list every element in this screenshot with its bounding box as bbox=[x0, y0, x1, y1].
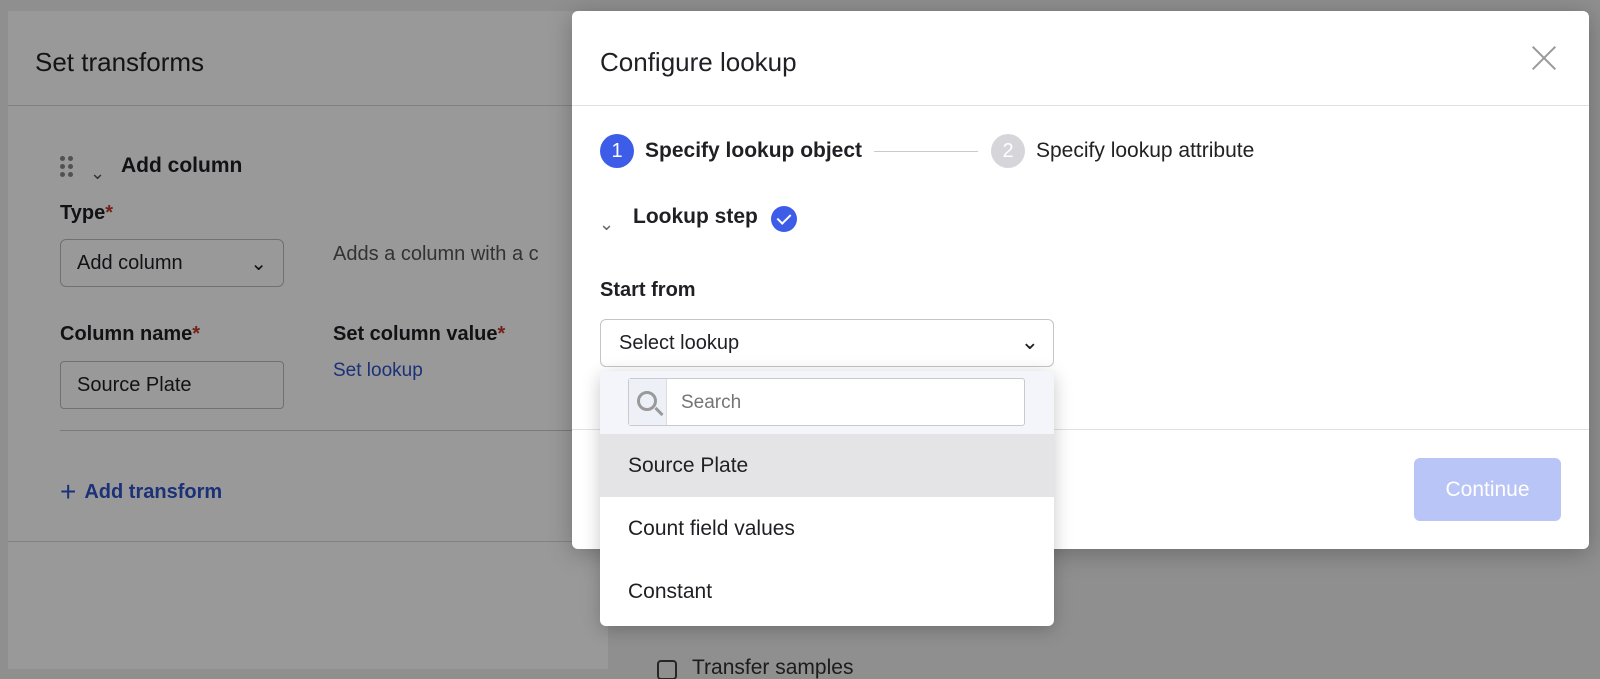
search-icon bbox=[637, 391, 657, 411]
dropdown-search-box[interactable] bbox=[628, 378, 1025, 426]
panel-title: Set transforms bbox=[35, 47, 205, 77]
panel-footer-divider bbox=[8, 541, 608, 542]
plus-icon: + bbox=[60, 476, 77, 507]
dropdown-search-area bbox=[600, 371, 1054, 434]
modal-header-divider bbox=[572, 105, 1589, 106]
step-2-label: Specify lookup attribute bbox=[1036, 139, 1255, 162]
search-input[interactable] bbox=[681, 392, 1011, 414]
lookup-step-label[interactable]: Lookup step bbox=[633, 205, 758, 229]
type-select[interactable]: Add column ⌄ bbox=[60, 239, 284, 287]
type-description: Adds a column with a c bbox=[333, 243, 539, 265]
lookup-dropdown-menu: Source Plate Count field values Constant bbox=[600, 371, 1054, 626]
set-column-value-label: Set column value* bbox=[333, 323, 506, 345]
modal-title: Configure lookup bbox=[600, 47, 797, 77]
section-divider bbox=[60, 430, 620, 431]
check-circle-icon bbox=[771, 206, 797, 232]
dropdown-option-count-field-values[interactable]: Count field values bbox=[600, 497, 1054, 560]
continue-button[interactable]: Continue bbox=[1414, 458, 1561, 521]
chevron-down-icon: ⌄ bbox=[1020, 329, 1039, 354]
column-name-label: Column name* bbox=[60, 323, 201, 345]
search-icon-container bbox=[629, 379, 667, 425]
step-2-indicator: 2 bbox=[991, 134, 1025, 168]
dropdown-option-constant[interactable]: Constant bbox=[600, 560, 1054, 623]
add-transform-button[interactable]: + Add transform bbox=[60, 476, 222, 508]
lookup-step-chevron-icon[interactable]: ⌄ bbox=[599, 214, 614, 235]
column-name-input[interactable]: Source Plate bbox=[60, 361, 284, 409]
step-1-label: Specify lookup object bbox=[645, 139, 863, 162]
set-transforms-panel: Set transforms ⌄ Add column Type* Add co… bbox=[8, 11, 620, 669]
start-from-select-value: Select lookup bbox=[619, 332, 740, 354]
start-from-label: Start from bbox=[600, 279, 696, 301]
collapse-chevron-icon[interactable]: ⌄ bbox=[90, 163, 105, 184]
type-label: Type* bbox=[60, 202, 113, 224]
dropdown-option-source-plate[interactable]: Source Plate bbox=[600, 434, 1054, 497]
step-1-indicator: 1 bbox=[600, 134, 634, 168]
drag-handle-icon[interactable] bbox=[60, 156, 74, 178]
set-lookup-link[interactable]: Set lookup bbox=[333, 360, 423, 382]
panel-header-divider bbox=[8, 105, 608, 106]
start-from-select[interactable]: Select lookup ⌄ bbox=[600, 319, 1054, 367]
close-icon[interactable] bbox=[1530, 44, 1558, 72]
type-select-value: Add column bbox=[77, 252, 183, 274]
chevron-down-icon: ⌄ bbox=[250, 253, 267, 275]
step-connector bbox=[874, 151, 978, 152]
transform-section-title: Add column bbox=[121, 154, 243, 177]
